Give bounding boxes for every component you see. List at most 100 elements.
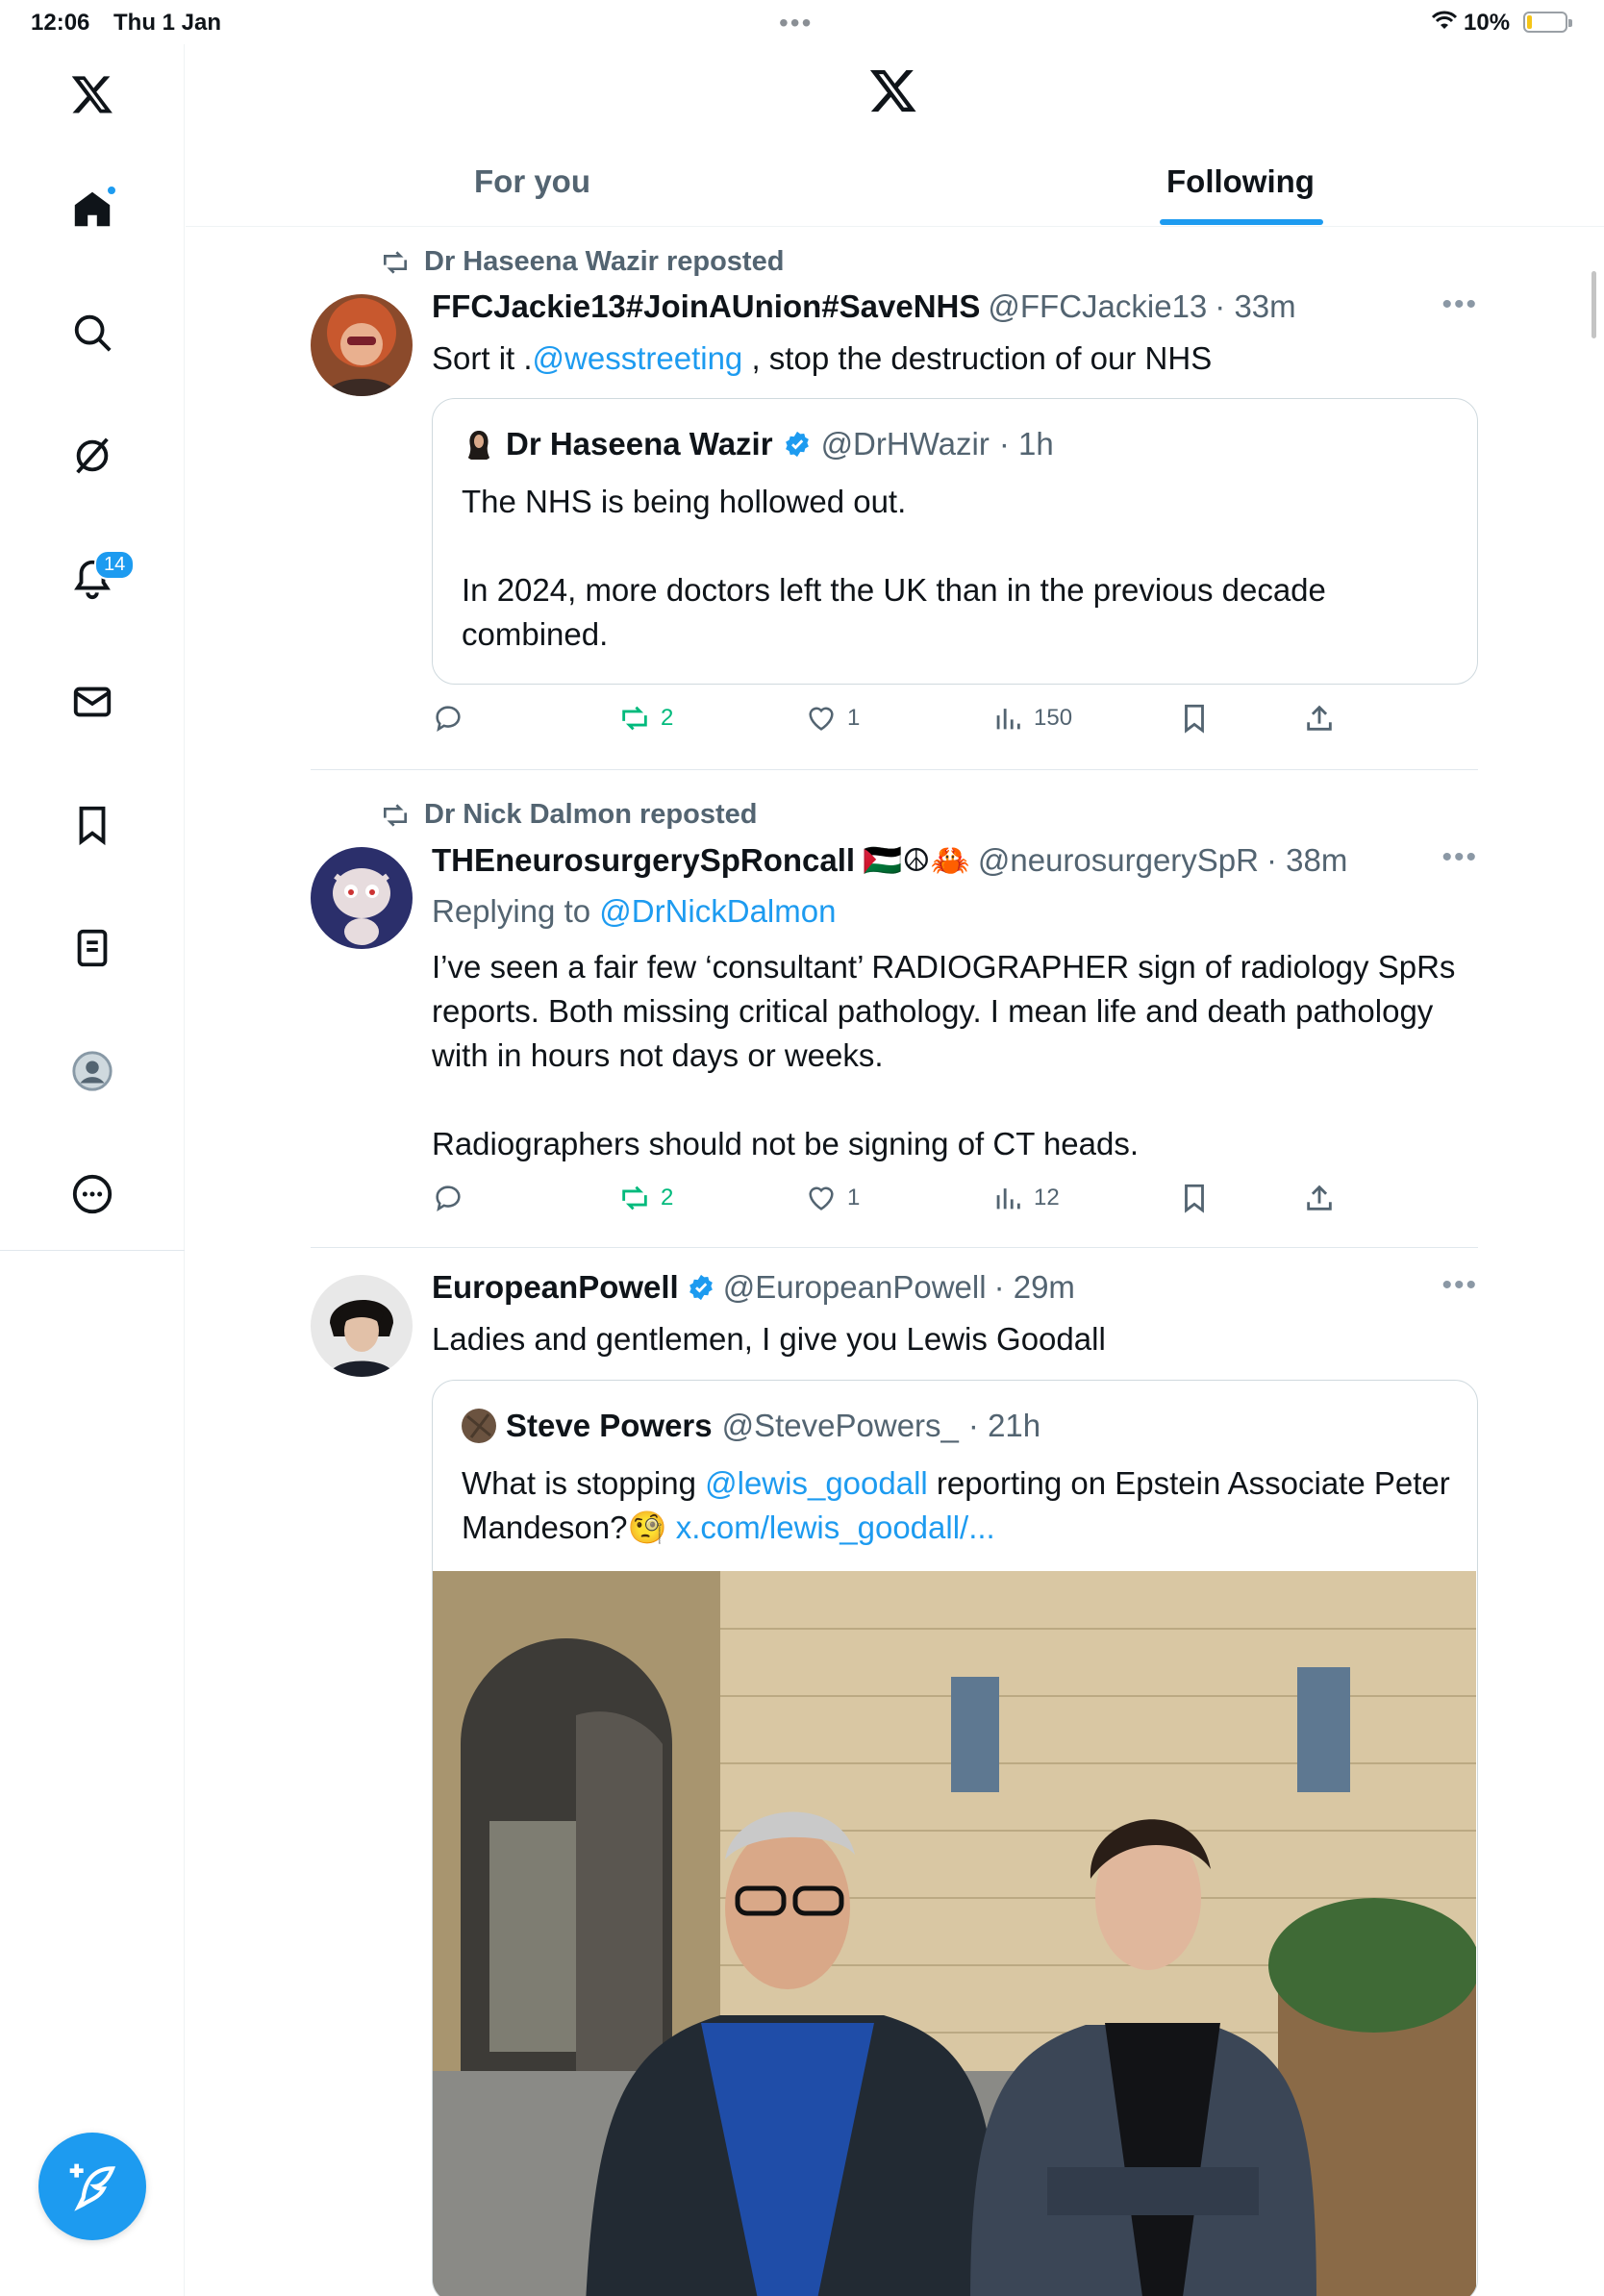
reply-icon xyxy=(436,706,461,732)
quote-text: The NHS is being hollowed out. In 2024, … xyxy=(462,484,1326,652)
tweet-separator xyxy=(311,769,1478,770)
share-icon xyxy=(1307,1185,1332,1210)
multitasking-dots-icon[interactable]: ••• xyxy=(779,8,813,38)
more-menu-icon[interactable]: ••• xyxy=(1441,1269,1478,1302)
quoted-tweet[interactable]: Steve Powers @StevePowers_ · 21h What is… xyxy=(432,1380,1478,2296)
tab-for-you[interactable]: For you xyxy=(474,163,590,200)
share-icon xyxy=(1307,705,1332,731)
lists-icon[interactable] xyxy=(58,913,127,983)
tweet-header: THEneurosurgerySpRoncall 🇵🇸☮🦀 @neurosurg… xyxy=(432,841,1347,880)
more-menu-icon[interactable]: ••• xyxy=(1441,841,1478,874)
quoted-tweet[interactable]: Dr Haseena Wazir @DrHWazir · 1h The NHS … xyxy=(432,398,1478,685)
home-icon[interactable] xyxy=(58,175,127,244)
tweet-text: Ladies and gentlemen, I give you Lewis G… xyxy=(432,1321,1106,1357)
retweet-icon xyxy=(622,1185,647,1210)
views-chart-icon xyxy=(996,709,1020,730)
tweet[interactable]: Dr Nick Dalmon reposted THEneurosurgeryS… xyxy=(311,793,1478,1245)
timeline-header: For you Following xyxy=(186,44,1604,227)
display-name[interactable]: THEneurosurgerySpRoncall xyxy=(432,842,855,879)
bookmark-button[interactable] xyxy=(1178,1182,1211,1214)
tweet-photo[interactable] xyxy=(433,1571,1476,2296)
tweet-text: Sort it .@wesstreeting , stop the destru… xyxy=(432,340,1213,376)
timestamp[interactable]: · 38m xyxy=(1266,842,1347,879)
repost-indicator: Dr Nick Dalmon reposted xyxy=(380,799,757,831)
bookmarks-icon[interactable] xyxy=(58,790,127,860)
repost-by: Dr Haseena Wazir reposted xyxy=(424,246,785,277)
tweet-header: EuropeanPowell @EuropeanPowell · 29m xyxy=(432,1269,1075,1306)
quote-header: Steve Powers @StevePowers_ · 21h xyxy=(462,1408,1040,1444)
bookmark-icon xyxy=(1185,704,1204,734)
bookmark-icon xyxy=(1185,1184,1204,1213)
display-name[interactable]: EuropeanPowell xyxy=(432,1269,679,1306)
view-count: 12 xyxy=(1034,1185,1060,1210)
battery-percent: 10% xyxy=(1464,10,1511,36)
avatar[interactable] xyxy=(311,847,413,949)
messages-envelope-icon[interactable] xyxy=(58,667,127,736)
quote-handle[interactable]: @StevePowers_ xyxy=(722,1408,959,1444)
handle[interactable]: @neurosurgerySpR xyxy=(978,842,1259,879)
compose-post-button[interactable] xyxy=(38,2133,146,2240)
display-name[interactable]: FFCJackie13#JoinAUnion#SaveNHS xyxy=(432,288,980,325)
repost-icon xyxy=(384,803,407,827)
search-icon[interactable] xyxy=(58,298,127,367)
tweet-separator xyxy=(311,1247,1478,1248)
timestamp[interactable]: · 29m xyxy=(994,1269,1075,1306)
views-button[interactable]: 150 xyxy=(991,702,1072,735)
share-button[interactable] xyxy=(1303,702,1336,735)
profile-avatar-icon[interactable] xyxy=(58,1036,127,1106)
sidebar: 14 xyxy=(0,44,185,2296)
notifications-badge: 14 xyxy=(94,550,136,580)
quote-display-name[interactable]: Dr Haseena Wazir xyxy=(506,426,773,462)
grok-icon[interactable] xyxy=(58,421,127,490)
url-link[interactable]: x.com/lewis_goodall/... xyxy=(667,1510,995,1545)
quote-avatar xyxy=(462,1409,496,1443)
reply-context: Replying to @DrNickDalmon xyxy=(432,893,837,929)
avatar[interactable] xyxy=(311,1275,413,1377)
repost-indicator: Dr Haseena Wazir reposted xyxy=(380,246,784,278)
tab-following[interactable]: Following xyxy=(1166,163,1315,200)
quote-display-name[interactable]: Steve Powers xyxy=(506,1408,713,1444)
tweet[interactable]: Dr Haseena Wazir reposted FFCJackie13#Jo… xyxy=(311,240,1478,764)
timestamp[interactable]: · 33m xyxy=(1215,288,1295,325)
x-logo-icon[interactable] xyxy=(58,60,127,129)
repost-by: Dr Nick Dalmon reposted xyxy=(424,799,758,830)
like-button[interactable]: 1 xyxy=(805,1182,860,1214)
share-button[interactable] xyxy=(1303,1182,1336,1214)
status-time: 12:06 xyxy=(31,10,90,36)
handle[interactable]: @EuropeanPowell xyxy=(723,1269,987,1306)
handle[interactable]: @FFCJackie13 xyxy=(988,288,1207,325)
like-button[interactable]: 1 xyxy=(805,702,860,735)
reply-to-link[interactable]: @DrNickDalmon xyxy=(599,893,836,929)
sidebar-divider xyxy=(0,1250,185,1251)
retweet-button[interactable]: 2 xyxy=(618,702,673,735)
mention-link[interactable]: @wesstreeting xyxy=(533,340,743,376)
notifications-bell-icon[interactable]: 14 xyxy=(58,544,136,613)
name-emoji: 🇵🇸☮🦀 xyxy=(863,842,970,878)
reply-button[interactable] xyxy=(432,702,464,735)
reply-button[interactable] xyxy=(432,1182,464,1214)
avatar[interactable] xyxy=(311,294,413,396)
quote-text: What is stopping @lewis_goodall reportin… xyxy=(462,1465,1459,1545)
reply-icon xyxy=(436,1185,461,1211)
heart-icon xyxy=(809,707,834,731)
retweet-count: 2 xyxy=(661,1185,674,1210)
views-chart-icon xyxy=(996,1188,1020,1210)
tweet[interactable]: EuropeanPowell @EuropeanPowell · 29m •••… xyxy=(311,1269,1478,2296)
quote-timestamp[interactable]: · 1h xyxy=(999,426,1054,462)
battery-icon xyxy=(1523,12,1572,33)
x-header-logo-icon[interactable] xyxy=(868,65,918,120)
retweet-button[interactable]: 2 xyxy=(618,1182,673,1214)
quote-header: Dr Haseena Wazir @DrHWazir · 1h xyxy=(462,426,1054,462)
mention-link[interactable]: @lewis_goodall xyxy=(705,1465,928,1501)
like-count: 1 xyxy=(847,1185,861,1210)
tweet-header: FFCJackie13#JoinAUnion#SaveNHS @FFCJacki… xyxy=(432,288,1296,325)
quote-timestamp[interactable]: · 21h xyxy=(968,1408,1040,1444)
more-options-icon[interactable] xyxy=(58,1160,127,1229)
compose-feather-icon xyxy=(69,2163,116,2211)
home-unread-dot xyxy=(106,185,117,196)
views-button[interactable]: 12 xyxy=(991,1182,1060,1214)
more-menu-icon[interactable]: ••• xyxy=(1441,288,1478,321)
bookmark-button[interactable] xyxy=(1178,702,1211,735)
scrollbar[interactable] xyxy=(1591,271,1596,338)
quote-handle[interactable]: @DrHWazir xyxy=(821,426,990,462)
